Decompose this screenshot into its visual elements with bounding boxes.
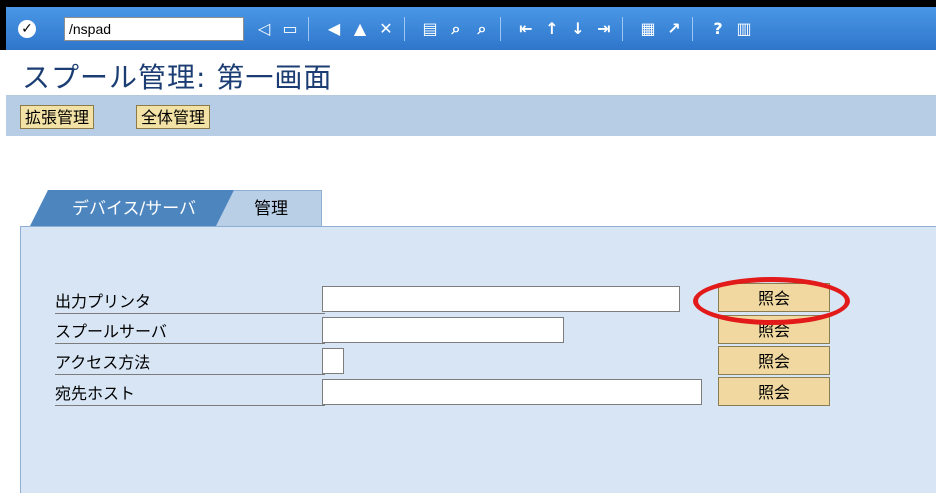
tab-devices-servers[interactable]: デバイス/サーバ bbox=[30, 190, 234, 226]
access-method-display-button[interactable]: 照会 bbox=[718, 346, 830, 375]
page-title: スプール管理: 第一画面 bbox=[22, 61, 333, 94]
access-method-field[interactable] bbox=[322, 348, 344, 374]
shortcut-icon[interactable]: ↗ bbox=[664, 19, 684, 39]
extended-admin-button[interactable]: 拡張管理 bbox=[20, 105, 95, 129]
spool-server-field[interactable] bbox=[322, 317, 564, 343]
sap-window: ✓ /nspad ▣ ◁ ▭ ◀ ▲ ✕ ▤ ⌕ ⌕ ⇤ ↑ ↓ ⇥ ▦ ↗ ?… bbox=[0, 0, 936, 493]
customize-layout-icon[interactable]: ▥ bbox=[734, 19, 754, 39]
output-printer-display-button[interactable]: 照会 bbox=[718, 283, 830, 312]
application-toolbar: 拡張管理 全体管理 bbox=[6, 96, 936, 136]
spool-server-label: スプールサーバ bbox=[55, 320, 325, 344]
previous-page-icon[interactable]: ↑ bbox=[542, 19, 562, 39]
tab-panel: 出力プリンタ 照会 スプールサーバ 照会 アクセス方法 照会 宛先ホスト 照会 bbox=[20, 226, 936, 493]
last-page-icon[interactable]: ⇥ bbox=[594, 19, 614, 39]
toolbar-separator bbox=[500, 17, 501, 41]
tab-admin[interactable]: 管理 bbox=[216, 190, 322, 226]
title-bar: スプール管理: 第一画面 bbox=[6, 50, 936, 96]
spool-server-display-button[interactable]: 照会 bbox=[718, 315, 830, 344]
new-session-icon[interactable]: ▦ bbox=[638, 19, 658, 39]
help-icon[interactable]: ? bbox=[708, 19, 728, 39]
back-arrow-icon[interactable]: ◁ bbox=[254, 19, 274, 39]
destination-host-display-button[interactable]: 照会 bbox=[718, 377, 830, 406]
system-toolbar-inner: ✓ /nspad ▣ ◁ ▭ ◀ ▲ ✕ ▤ ⌕ ⌕ ⇤ ↑ ↓ ⇥ ▦ ↗ ?… bbox=[6, 7, 936, 50]
find-icon[interactable]: ⌕ bbox=[446, 19, 466, 39]
tab-strip: デバイス/サーバ 管理 bbox=[6, 190, 936, 226]
find-next-icon[interactable]: ⌕ bbox=[472, 19, 492, 39]
save-icon[interactable]: ▭ bbox=[280, 19, 300, 39]
main-content: デバイス/サーバ 管理 出力プリンタ 照会 スプールサーバ 照会 アクセス方法 … bbox=[6, 136, 936, 493]
global-admin-button[interactable]: 全体管理 bbox=[136, 105, 211, 129]
system-toolbar: ✓ /nspad ▣ ◁ ▭ ◀ ▲ ✕ ▤ ⌕ ⌕ ⇤ ↑ ↓ ⇥ ▦ ↗ ?… bbox=[0, 0, 936, 50]
back-icon[interactable]: ◀ bbox=[324, 19, 344, 39]
output-printer-label: 出力プリンタ bbox=[55, 290, 325, 314]
enter-icon[interactable]: ✓ bbox=[18, 20, 36, 38]
toolbar-separator bbox=[404, 17, 405, 41]
print-icon[interactable]: ▤ bbox=[420, 19, 440, 39]
destination-host-label: 宛先ホスト bbox=[55, 382, 325, 406]
output-printer-field[interactable] bbox=[322, 286, 680, 312]
toolbar-separator bbox=[692, 17, 693, 41]
first-page-icon[interactable]: ⇤ bbox=[516, 19, 536, 39]
access-method-label: アクセス方法 bbox=[55, 351, 325, 375]
toolbar-separator bbox=[622, 17, 623, 41]
toolbar-separator bbox=[308, 17, 309, 41]
cancel-icon[interactable]: ✕ bbox=[376, 19, 396, 39]
exit-icon[interactable]: ▲ bbox=[350, 19, 370, 39]
destination-host-field[interactable] bbox=[322, 379, 702, 405]
command-history-icon[interactable]: ▣ bbox=[216, 21, 232, 37]
next-page-icon[interactable]: ↓ bbox=[568, 19, 588, 39]
